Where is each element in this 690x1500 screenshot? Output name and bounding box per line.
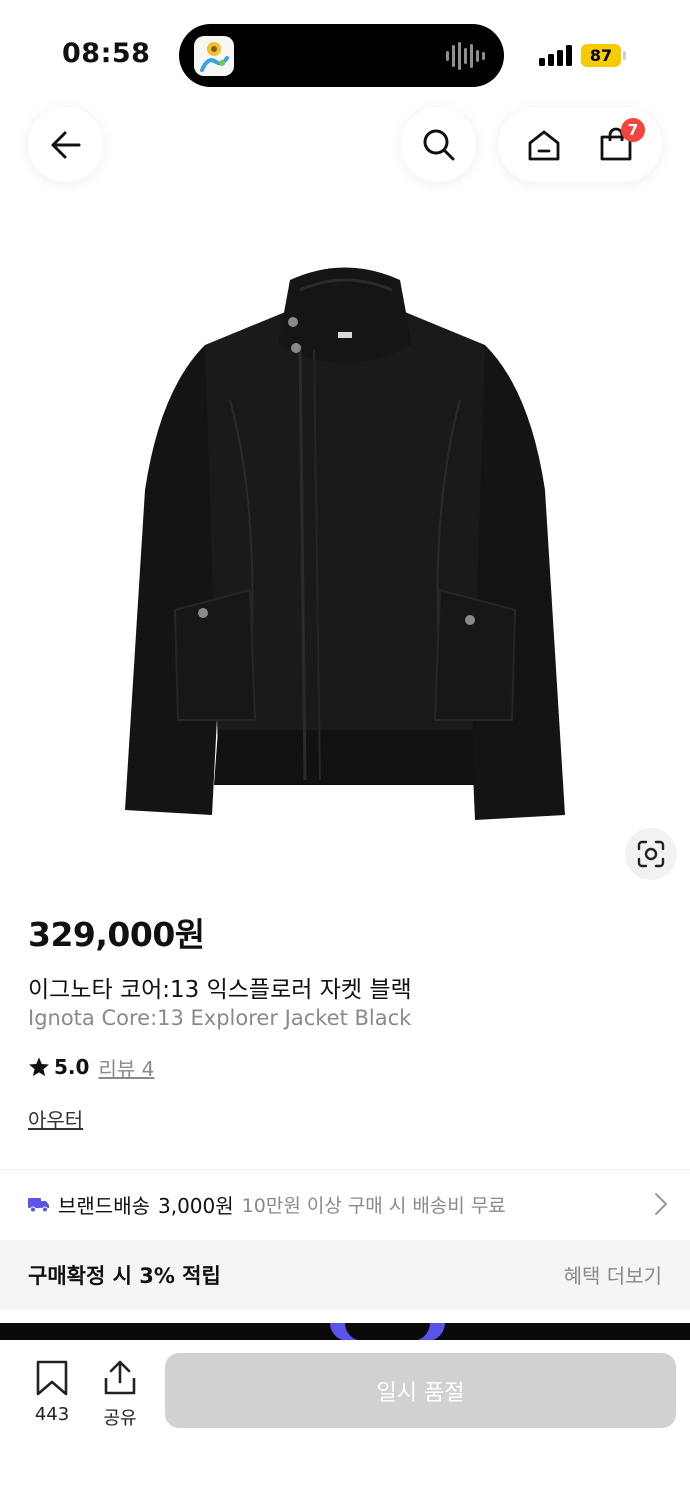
banner-peek <box>0 1323 690 1341</box>
shipping-row[interactable]: 브랜드배송 3,000원 10만원 이상 구매 시 배송비 무료 <box>28 1188 668 1220</box>
truck-icon <box>28 1198 49 1213</box>
app-icon <box>194 36 234 76</box>
benefit-more-link[interactable]: 혜택 더보기 <box>564 1260 662 1289</box>
battery-icon: 87 <box>581 44 621 67</box>
dynamic-island <box>179 24 504 87</box>
bookmark-icon <box>36 1360 68 1396</box>
signal-icon <box>539 44 573 66</box>
banner-shape-inner <box>345 1323 430 1341</box>
battery-tip <box>623 51 626 60</box>
share-button[interactable]: 공유 <box>94 1360 146 1430</box>
product-price: 329,000원 <box>28 915 205 954</box>
category-link[interactable]: 아우터 <box>28 1104 83 1133</box>
bookmark-button[interactable]: 443 <box>26 1360 78 1425</box>
bookmark-count: 443 <box>34 1404 70 1425</box>
home-cart-group: 7 <box>498 107 662 182</box>
star-icon <box>29 1057 49 1077</box>
product-name-en: Ignota Core:13 Explorer Jacket Black <box>28 1006 412 1030</box>
bottom-action-bar: 443 공유 일시 품절 <box>0 1340 690 1500</box>
divider <box>0 1169 690 1170</box>
cart-button[interactable]: 7 <box>591 117 645 170</box>
shipping-price: 3,000원 <box>158 1193 234 1218</box>
image-search-button[interactable] <box>625 828 677 880</box>
back-button[interactable] <box>28 107 103 182</box>
product-image[interactable] <box>100 250 590 830</box>
chevron-right-icon <box>655 1193 667 1215</box>
home-button[interactable] <box>519 120 569 170</box>
benefit-bar: 구매확정 시 3% 적립 혜택 더보기 <box>0 1240 690 1310</box>
rating-row: 5.0 리뷰 4 <box>28 1053 154 1081</box>
share-label: 공유 <box>103 1408 137 1429</box>
product-name-ko: 이그노타 코어:13 익스플로러 자켓 블랙 <box>28 977 412 1003</box>
home-icon <box>528 130 560 160</box>
status-bar: 08:58 87 <box>0 0 690 100</box>
soldout-button[interactable]: 일시 품절 <box>165 1353 676 1428</box>
rating-value: 5.0 <box>54 1055 90 1079</box>
lens-icon <box>637 840 665 868</box>
shipping-note: 10만원 이상 구매 시 배송비 무료 <box>241 1194 506 1217</box>
arrow-left-icon <box>51 131 80 158</box>
share-icon <box>104 1360 136 1395</box>
audio-wave-icon <box>446 42 486 70</box>
cart-count-badge: 7 <box>621 117 645 142</box>
review-link[interactable]: 리뷰 4 <box>98 1053 154 1082</box>
benefit-text: 구매확정 시 3% 적립 <box>28 1264 221 1288</box>
search-button[interactable] <box>401 107 476 182</box>
search-icon <box>423 129 454 160</box>
status-time: 08:58 <box>62 38 151 69</box>
shipping-label: 브랜드배송 <box>58 1193 150 1218</box>
